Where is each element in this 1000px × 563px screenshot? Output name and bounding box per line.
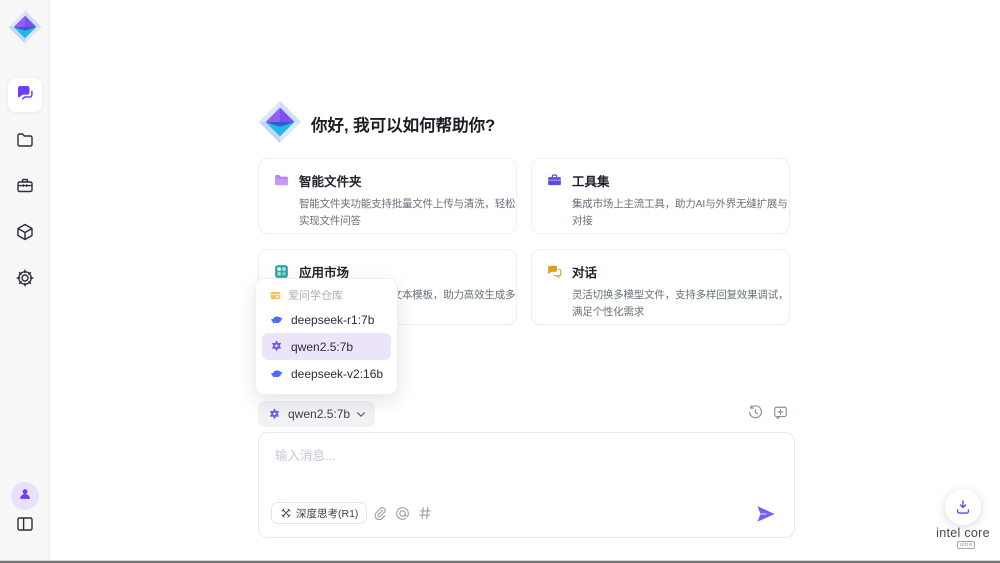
model-option-qwen[interactable]: qwen2.5:7b xyxy=(262,333,391,360)
new-chat-button[interactable] xyxy=(772,404,789,421)
chevron-down-icon xyxy=(356,411,366,418)
deep-think-toggle[interactable]: 深度思考(R1) xyxy=(271,502,367,524)
sidebar-item-settings[interactable] xyxy=(15,268,35,288)
model-option-label: deepseek-r1:7b xyxy=(291,313,374,327)
collapse-panel-button[interactable] xyxy=(15,514,35,534)
sidebar-item-toolset[interactable] xyxy=(15,176,35,196)
download-button[interactable] xyxy=(945,489,981,525)
sidebar-item-folders[interactable] xyxy=(15,130,35,150)
user-avatar[interactable] xyxy=(11,482,39,510)
card-description: 集成市场上主流工具，助力AI与外界无缝扩展与对接 xyxy=(572,196,794,230)
prompt-template-button[interactable] xyxy=(417,505,434,522)
card-description: 智能文件夹功能支持批量文件上传与清洗，轻松实现文件问答 xyxy=(299,196,521,230)
at-icon xyxy=(394,505,411,522)
sidebar-item-models[interactable] xyxy=(15,222,35,242)
attach-file-button[interactable] xyxy=(371,505,388,522)
repo-label: 爱问学仓库 xyxy=(288,287,343,303)
folder-icon xyxy=(15,137,35,154)
app-logo-icon xyxy=(7,9,43,45)
card-description: 灵活切换多模型文件，支持多样回复效果调试，满足个性化需求 xyxy=(572,287,794,321)
card-smart-folder[interactable]: 智能文件夹 智能文件夹功能支持批量文件上传与清洗，轻松实现文件问答 xyxy=(258,158,517,234)
sidebar xyxy=(0,0,50,560)
model-option-deepseek-r1[interactable]: deepseek-r1:7b xyxy=(262,306,391,333)
intel-core-logo: intel core xyxy=(928,526,998,540)
deepseek-icon xyxy=(269,312,284,327)
model-option-deepseek-v2[interactable]: deepseek-v2:16b xyxy=(262,360,391,387)
greeting-logo-icon xyxy=(257,99,303,145)
model-option-label: deepseek-v2:16b xyxy=(291,367,383,381)
folder-purple-icon xyxy=(273,172,290,189)
qwen-icon xyxy=(267,407,282,422)
card-toolset[interactable]: 工具集 集成市场上主流工具，助力AI与外界无缝扩展与对接 xyxy=(531,158,790,234)
card-title: 工具集 xyxy=(572,171,610,190)
panel-icon xyxy=(15,521,35,538)
person-icon xyxy=(16,485,34,508)
deep-think-label: 深度思考(R1) xyxy=(296,506,358,521)
new-chat-icon xyxy=(772,404,789,421)
message-input[interactable] xyxy=(275,445,765,489)
card-dialogue[interactable]: 对话 灵活切换多模型文件，支持多样回复效果调试，满足个性化需求 xyxy=(531,249,790,325)
model-repo-header: 爱问学仓库 xyxy=(262,284,391,306)
deep-think-icon xyxy=(280,507,292,519)
repo-icon xyxy=(269,289,282,302)
send-button[interactable] xyxy=(756,505,776,523)
history-icon xyxy=(747,404,764,421)
paperclip-icon xyxy=(371,505,388,522)
send-icon xyxy=(756,505,776,523)
message-composer: 深度思考(R1) xyxy=(258,432,795,538)
gear-icon xyxy=(15,275,35,292)
history-button[interactable] xyxy=(747,404,764,421)
briefcase-purple-icon xyxy=(546,172,563,189)
briefcase-icon xyxy=(15,183,35,200)
model-selector[interactable]: qwen2.5:7b xyxy=(258,401,375,427)
chat-icon xyxy=(15,83,35,108)
mention-button[interactable] xyxy=(394,505,411,522)
model-dropdown: 爱问学仓库 deepseek-r1:7b qwen2.5:7b deepseek… xyxy=(255,278,398,395)
card-title: 对话 xyxy=(572,262,597,281)
chat-gold-icon xyxy=(546,263,563,280)
qwen-icon xyxy=(269,339,284,354)
card-title: 智能文件夹 xyxy=(299,171,362,190)
model-option-label: qwen2.5:7b xyxy=(291,340,353,354)
sidebar-item-chat[interactable] xyxy=(8,78,42,112)
hash-icon xyxy=(417,505,433,521)
page-title: 你好, 我可以如何帮助你? xyxy=(311,112,495,136)
selected-model-label: qwen2.5:7b xyxy=(288,407,350,421)
deepseek-icon xyxy=(269,366,284,381)
cube-icon xyxy=(15,229,35,246)
download-icon xyxy=(954,498,972,516)
intel-badge: ultra xyxy=(957,541,975,549)
